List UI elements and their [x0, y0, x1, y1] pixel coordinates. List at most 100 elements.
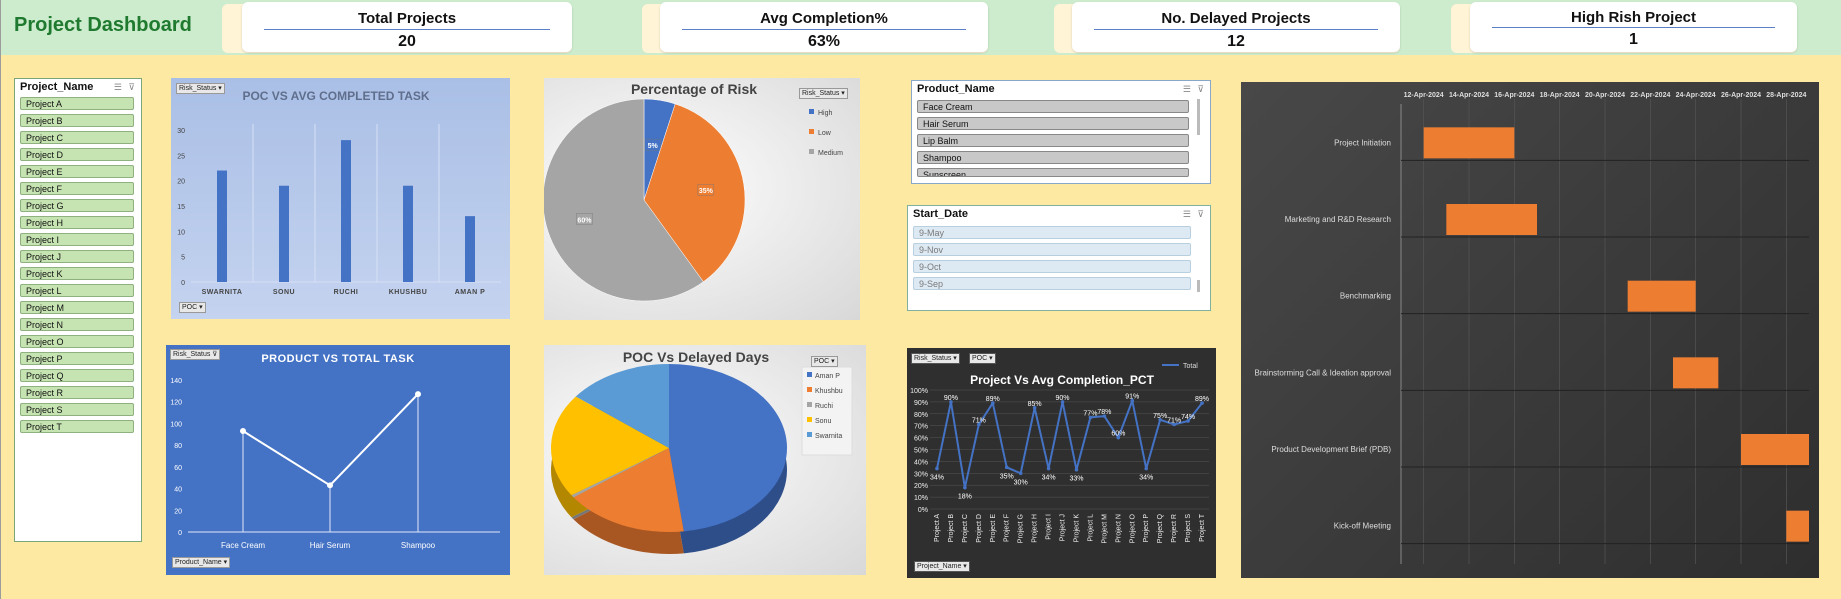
- slicer-scrollbar[interactable]: [1197, 99, 1200, 135]
- y-tick-label: 30: [177, 128, 185, 135]
- kpi-total-projects: Total Projects 20: [242, 2, 572, 52]
- slicer-item-product[interactable]: Sunscreen: [917, 168, 1189, 177]
- slicer-header: Project_Name: [20, 81, 94, 93]
- slicer-item-date[interactable]: 9-Oct: [913, 260, 1191, 273]
- slicer-item-project[interactable]: Project Q: [20, 369, 134, 382]
- poc-filter[interactable]: POC ▾: [179, 302, 206, 313]
- risk-status-filter[interactable]: Risk_Status ▾: [176, 83, 225, 94]
- slicer-item-project[interactable]: Project C: [20, 131, 134, 144]
- data-point: [935, 466, 939, 471]
- slicer-item-project[interactable]: Project K: [20, 267, 134, 280]
- slicer-item-project[interactable]: Project S: [20, 403, 134, 416]
- slicer-item-project[interactable]: Project P: [20, 352, 134, 365]
- y-tick-label: 40: [174, 487, 182, 494]
- slicer-item-project[interactable]: Project L: [20, 284, 134, 297]
- slicer-item-project[interactable]: Project D: [20, 148, 134, 161]
- x-tick-label: AMAN P: [455, 289, 486, 296]
- slicer-item-project[interactable]: Project B: [20, 114, 134, 127]
- x-tick-label: Project B: [948, 514, 955, 543]
- slicer-item-project[interactable]: Project F: [20, 182, 134, 195]
- data-label: 34%: [930, 475, 944, 482]
- slicer-item-project[interactable]: Project G: [20, 199, 134, 212]
- slicer-item-project[interactable]: Project M: [20, 301, 134, 314]
- x-tick-label: SONU: [273, 289, 295, 296]
- slicer-item-project[interactable]: Project I: [20, 233, 134, 246]
- data-label: 34%: [1139, 475, 1153, 482]
- kpi-label: High Rish Project: [1570, 9, 1697, 26]
- task-label: Project Initiation: [1334, 138, 1391, 147]
- kpi-divider: [682, 29, 966, 30]
- data-label: 35%: [699, 188, 714, 195]
- project-name-filter[interactable]: Project_Name ▾: [914, 561, 970, 572]
- product-total-task-chart: PRODUCT VS TOTAL TASK 0 20 40 60 80 100 120 140 F…: [166, 345, 510, 575]
- x-tick-label: 14-Apr-2024: [1449, 92, 1489, 99]
- x-tick-label: Project C: [962, 514, 969, 543]
- data-label: 71%: [1167, 418, 1181, 425]
- legend-swatch: [809, 109, 814, 114]
- legend-label: Khushbu: [815, 388, 843, 395]
- risk-status-filter[interactable]: Risk_Status ⊽: [170, 349, 221, 360]
- product-name-filter[interactable]: Product_Name ▾: [172, 557, 231, 568]
- data-point: [1004, 465, 1009, 470]
- data-label: 71%: [972, 418, 986, 425]
- product-name-slicer[interactable]: Product_Name ☰ ⊽ Face Cream Hair Serum Lip…: [911, 80, 1211, 184]
- risk-status-filter[interactable]: Risk_Status ▾: [799, 88, 848, 99]
- filter-label: Risk_Status: [173, 351, 211, 358]
- project-name-slicer[interactable]: Project_Name ☰ ⊽ Project A Project B Proje…: [14, 78, 142, 542]
- gantt-bar: [1446, 204, 1537, 235]
- x-tick-label: Project J: [1060, 514, 1067, 541]
- slicer-item-project[interactable]: Project A: [20, 97, 134, 110]
- gantt-bar: [1627, 280, 1696, 312]
- bar: [217, 170, 227, 282]
- risk-percentage-chart: Percentage of Risk 5% 35% 60% High Low Medium …: [544, 78, 860, 320]
- slicer-item-project[interactable]: Project E: [20, 165, 134, 178]
- kpi-label: Total Projects: [357, 10, 457, 27]
- x-tick-label: Shampoo: [401, 541, 436, 550]
- start-date-slicer[interactable]: Start_Date ☰ ⊽ 9-May 9-Nov 9-Oct 9-Sep: [907, 205, 1211, 311]
- x-tick-label: Project K: [1073, 514, 1080, 543]
- slicer-item-product[interactable]: Face Cream: [917, 100, 1189, 113]
- x-tick-label: KHUSHBU: [389, 289, 428, 296]
- slicer-item-project[interactable]: Project T: [20, 420, 134, 433]
- gantt-bar: [1741, 434, 1809, 465]
- slicer-item-product[interactable]: Hair Serum: [917, 117, 1189, 130]
- data-label: 60%: [577, 217, 592, 224]
- x-tick-label: Hair Serum: [310, 541, 351, 550]
- filter-label: Risk_Status: [802, 90, 840, 97]
- filter-label: Project_Name: [917, 563, 962, 570]
- multi-select-icon[interactable]: ☰ ⊽: [1183, 84, 1206, 95]
- slicer-scrollbar[interactable]: [1197, 280, 1200, 292]
- slicer-header: Start_Date: [913, 208, 969, 220]
- slicer-item-project[interactable]: Project O: [20, 335, 134, 348]
- legend-label: Low: [818, 130, 832, 137]
- x-tick-label: Project Q: [1157, 513, 1164, 543]
- slicer-item-date[interactable]: 9-Nov: [913, 243, 1191, 256]
- data-point: [415, 391, 421, 398]
- y-tick-label: 20%: [914, 483, 928, 490]
- x-tick-label: Project F: [1004, 514, 1011, 542]
- data-label: 34%: [1042, 475, 1056, 482]
- legend-label: Ruchi: [815, 403, 833, 410]
- slicer-item-product[interactable]: Lip Balm: [917, 134, 1189, 147]
- multi-select-icon[interactable]: ☰ ⊽: [114, 82, 137, 93]
- line-chart-svg: PRODUCT VS TOTAL TASK 0 20 40 60 80 100 120 140 F…: [170, 353, 500, 550]
- data-point: [327, 482, 333, 489]
- sheet-edge: [0, 0, 1, 599]
- poc-filter[interactable]: POC ▾: [811, 356, 838, 367]
- slicer-item-project[interactable]: Project N: [20, 318, 134, 331]
- slicer-item-project[interactable]: Project R: [20, 386, 134, 399]
- slicer-item-date[interactable]: 9-Sep: [913, 277, 1191, 290]
- filter-label: POC: [814, 358, 830, 365]
- x-tick-label: Project M: [1101, 514, 1108, 544]
- slicer-item-date[interactable]: 9-May: [913, 226, 1191, 239]
- slicer-item-project[interactable]: Project H: [20, 216, 134, 229]
- y-tick-label: 100%: [910, 388, 928, 395]
- slicer-item-project[interactable]: Project J: [20, 250, 134, 263]
- kpi-divider: [1492, 27, 1775, 28]
- poc-filter[interactable]: POC ▾: [969, 353, 996, 364]
- risk-status-filter[interactable]: Risk_Status ▾: [911, 353, 960, 364]
- y-tick-label: 60%: [914, 436, 928, 443]
- multi-select-icon[interactable]: ☰ ⊽: [1183, 209, 1206, 220]
- slicer-item-product[interactable]: Shampoo: [917, 151, 1189, 164]
- legend-swatch: [807, 372, 812, 377]
